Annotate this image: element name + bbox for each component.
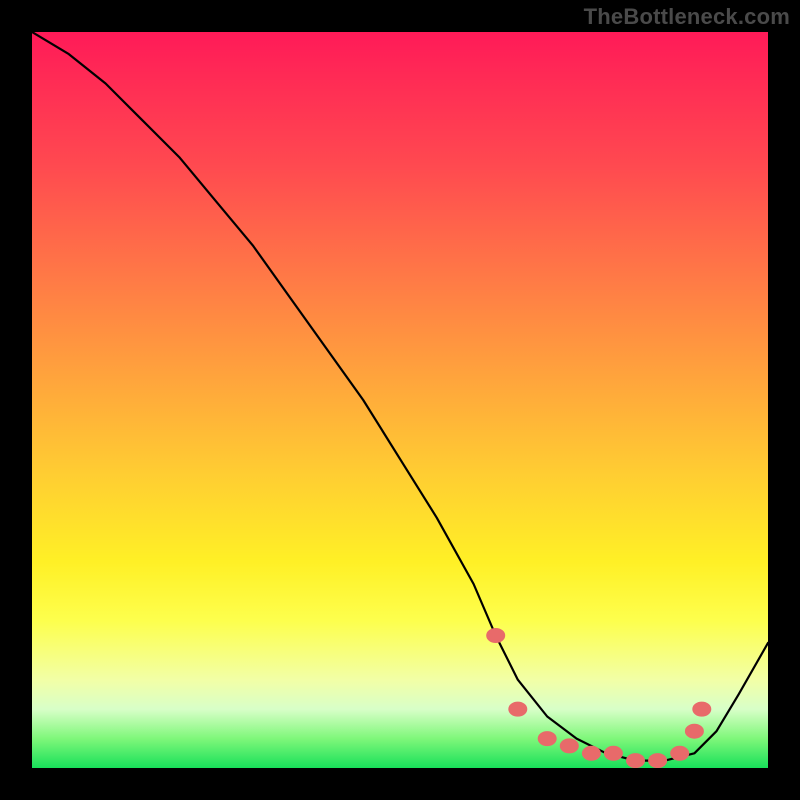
plot-area [32,32,768,768]
gradient-background [32,32,768,768]
chart-frame: TheBottleneck.com [0,0,800,800]
watermark-text: TheBottleneck.com [584,4,790,30]
